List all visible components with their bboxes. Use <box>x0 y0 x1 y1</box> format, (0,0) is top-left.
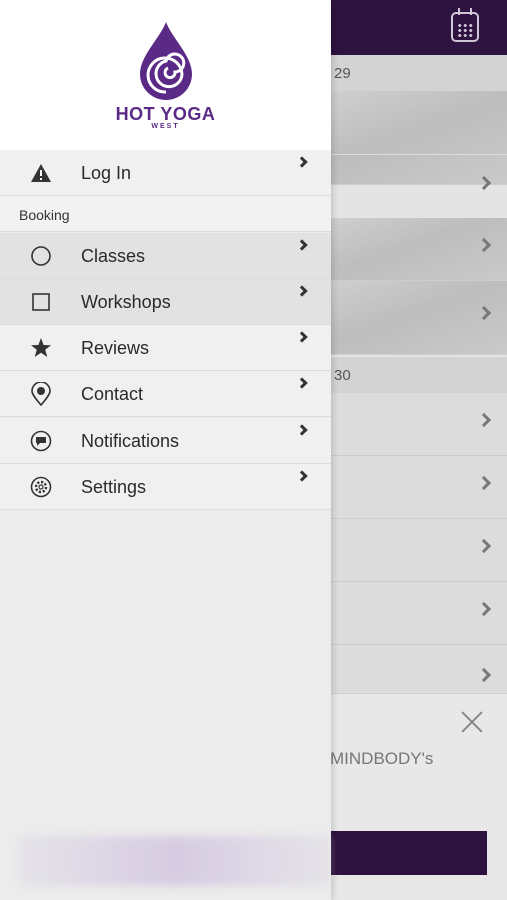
banner-text: MINDBODY's <box>330 749 434 768</box>
menu-item-workshops[interactable]: Workshops <box>0 279 331 325</box>
chat-bubble-icon <box>28 430 54 452</box>
logo-drop-icon <box>140 22 192 100</box>
gear-icon <box>28 476 54 498</box>
class-row[interactable] <box>330 281 507 355</box>
calendar-icon[interactable] <box>451 8 479 42</box>
close-icon[interactable] <box>460 710 484 734</box>
class-row[interactable] <box>330 218 507 281</box>
menu-label: Settings <box>81 477 147 497</box>
brand-name: HOT YOGA <box>115 104 216 124</box>
chevron-right-icon <box>296 285 308 297</box>
menu-item-classes[interactable]: Classes <box>0 233 331 279</box>
class-row[interactable] <box>330 91 507 191</box>
banner-button[interactable] <box>320 831 487 875</box>
location-pin-icon <box>28 382 54 406</box>
menu-label: Workshops <box>81 292 171 312</box>
side-drawer: HOT YOGA WEST Log In Booking Classes Wor… <box>0 0 331 900</box>
menu-label: Reviews <box>81 338 150 358</box>
menu-label: Classes <box>81 246 146 266</box>
drawer-footer <box>20 836 331 886</box>
chevron-right-icon <box>296 239 308 251</box>
chevron-right-icon <box>296 156 308 168</box>
star-icon <box>28 337 54 359</box>
section-label: Booking <box>19 207 70 223</box>
class-row[interactable] <box>330 456 507 519</box>
menu-item-contact[interactable]: Contact <box>0 371 331 417</box>
menu-item-login[interactable]: Log In <box>0 150 331 196</box>
brand-sub: WEST <box>151 123 180 130</box>
warning-icon <box>28 162 54 184</box>
date-label: 30 <box>334 367 351 384</box>
section-header: Booking <box>0 196 331 232</box>
menu-label: Log In <box>81 163 132 183</box>
menu-item-settings[interactable]: Settings <box>0 464 331 510</box>
class-row[interactable] <box>330 393 507 456</box>
circle-icon <box>28 245 54 267</box>
class-row[interactable] <box>330 645 507 694</box>
logo-area: HOT YOGA WEST <box>0 0 331 150</box>
date-label: 29 <box>334 65 351 82</box>
chevron-right-icon <box>296 424 308 436</box>
class-row[interactable] <box>330 582 507 645</box>
chevron-right-icon <box>296 377 308 389</box>
menu-label: Notifications <box>81 431 180 451</box>
square-icon <box>28 291 54 313</box>
menu-item-reviews[interactable]: Reviews <box>0 325 331 371</box>
menu-label: Contact <box>81 384 144 404</box>
chevron-right-icon <box>296 331 308 343</box>
menu-item-notifications[interactable]: Notifications <box>0 418 331 464</box>
chevron-right-icon <box>296 470 308 482</box>
class-row[interactable] <box>330 519 507 582</box>
